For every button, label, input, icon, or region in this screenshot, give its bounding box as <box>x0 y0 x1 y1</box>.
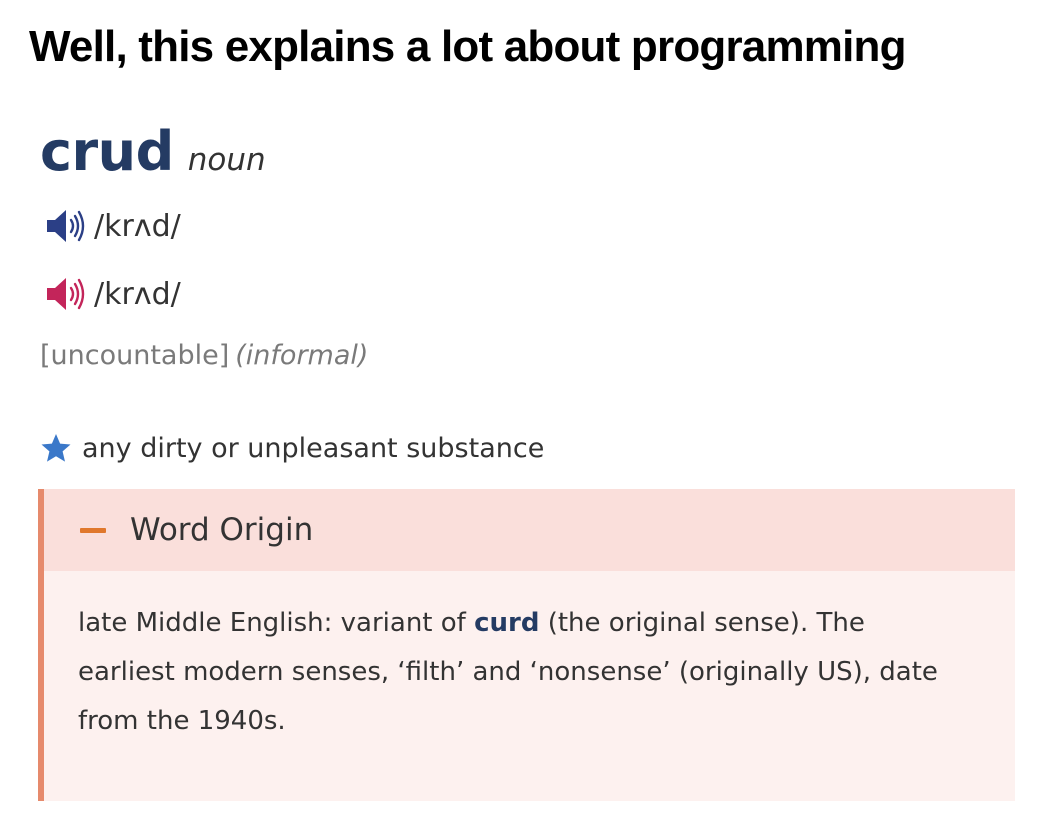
grammar-info: [uncountable] (informal) <box>40 340 368 371</box>
phonetic-british: /krʌd/ <box>94 208 181 244</box>
entry-header: crud noun <box>40 120 266 183</box>
register-label: (informal) <box>235 340 369 371</box>
word-origin-title: Word Origin <box>130 512 314 548</box>
word-origin-panel: Word Origin late Middle English: variant… <box>38 489 1015 801</box>
star-icon <box>40 432 72 464</box>
grammar-code: [uncountable] <box>40 340 230 371</box>
word-origin-text: late Middle English: variant of curd (th… <box>44 571 1008 746</box>
curd-link[interactable]: curd <box>474 608 539 638</box>
pronunciation-row-british: /krʌd/ <box>44 206 181 246</box>
meme-caption: Well, this explains a lot about programm… <box>29 22 907 71</box>
definition: any dirty or unpleasant substance <box>82 432 545 464</box>
pronunciation-row-american: /krʌd/ <box>44 274 181 314</box>
origin-text-before: late Middle English: variant of <box>78 608 475 638</box>
word-origin-header[interactable]: Word Origin <box>44 489 1015 571</box>
sense-item: any dirty or unpleasant substance <box>40 432 544 464</box>
collapse-minus-icon[interactable] <box>80 527 106 533</box>
speaker-red-icon[interactable] <box>44 274 88 314</box>
headword: crud <box>40 120 174 183</box>
speaker-blue-icon[interactable] <box>44 206 88 246</box>
phonetic-american: /krʌd/ <box>94 276 181 312</box>
part-of-speech: noun <box>187 142 266 178</box>
